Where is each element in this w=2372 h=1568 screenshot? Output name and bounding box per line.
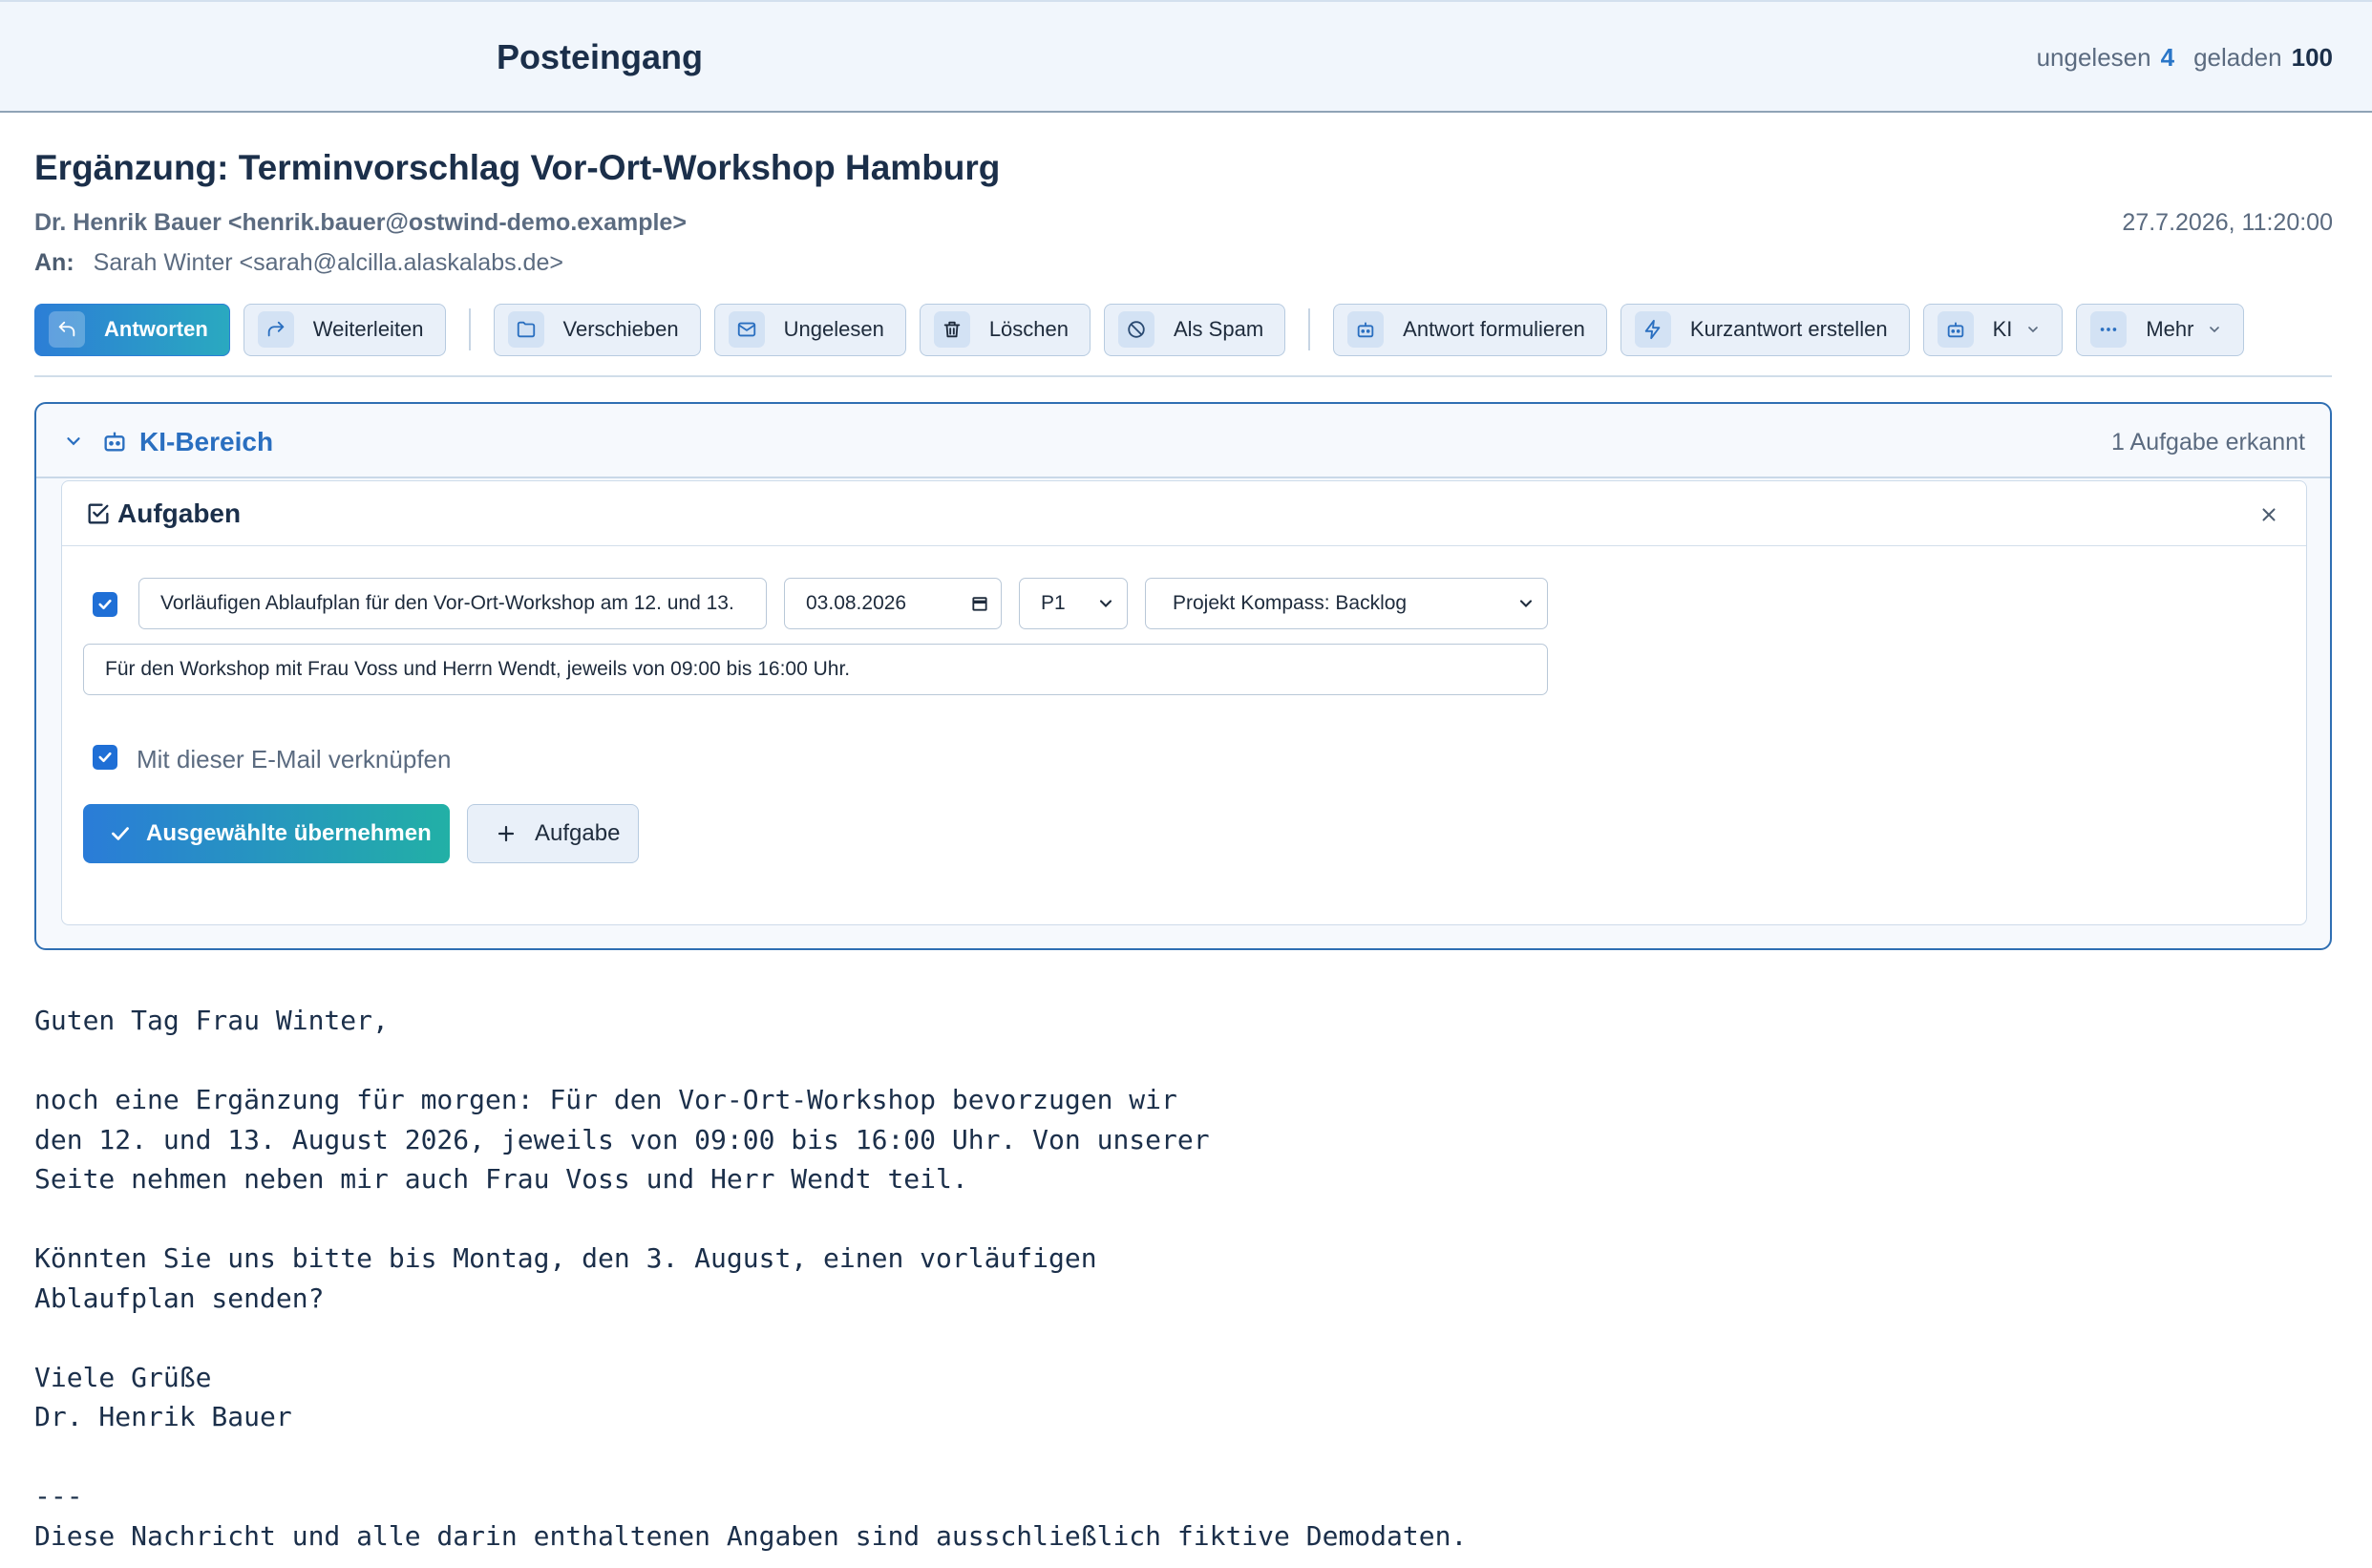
message-sender: Dr. Henrik Bauer <henrik.bauer@ostwind-d… [34,209,687,236]
short-reply-label: Kurzantwort erstellen [1689,317,1888,341]
task-description-value: Für den Workshop mit Frau Voss und Herrn… [105,658,851,680]
unread-label: ungelesen [2036,43,2151,72]
task-description-input[interactable]: Für den Workshop mit Frau Voss und Herrn… [83,644,1548,695]
task-project-select[interactable]: Projekt Kompass: Backlog [1145,578,1548,629]
task-select-checkbox[interactable] [93,592,117,617]
spam-label: Als Spam [1174,317,1264,341]
chevron-down-icon [2025,322,2041,337]
link-email-checkbox[interactable] [93,745,117,770]
link-email-label[interactable]: Mit dieser E-Mail verknüpfen [137,745,451,774]
message-body: Guten Tag Frau Winter, noch eine Ergänzu… [34,1005,1468,1552]
recipient-label: An: [34,249,74,276]
reply-button[interactable]: Antworten [34,303,230,356]
plus-icon [495,822,518,845]
tasks-card-header: Aufgaben [62,481,2306,546]
more-menu-button[interactable]: Mehr [2076,303,2245,356]
chevron-down-icon [1096,594,1115,619]
forward-arrow-icon [257,311,294,348]
envelope-icon [728,311,765,348]
message-date: 27.7.2026, 11:20:00 [2122,209,2333,236]
ai-menu-label: KI [1992,317,2013,341]
recipient-address: Sarah Winter <sarah@alcilla.alaskalabs.d… [93,249,563,276]
chevron-down-icon [2207,322,2222,337]
forward-label: Weiterleiten [312,317,424,341]
app-header: Posteingang ungelesen 4 geladen 100 [0,0,2372,113]
ai-panel-header[interactable]: KI-Bereich 1 Aufgabe erkannt [36,404,2330,478]
collapse-chevron-icon[interactable] [63,431,84,456]
message-subject: Ergänzung: Terminvorschlag Vor-Ort-Works… [34,148,1001,187]
unread-count: 4 [2160,43,2175,72]
message-toolbar: Antworten Weiterleiten Verschieben Ungel… [34,303,2257,356]
ai-task-count: 1 Aufgabe erkannt [2111,429,2305,456]
close-icon[interactable] [2258,504,2279,530]
lightning-icon [1634,311,1671,348]
toolbar-divider-line [34,375,2332,377]
delete-label: Löschen [988,317,1069,341]
mail-stats: ungelesen 4 geladen 100 [2037,43,2333,73]
ellipsis-icon [2090,311,2128,348]
add-task-button[interactable]: Aufgabe [467,804,639,863]
reply-arrow-icon [49,311,85,348]
task-title-input[interactable]: Vorläufigen Ablaufplan für den Vor-Ort-W… [138,578,767,629]
apply-selected-button[interactable]: Ausgewählte übernehmen [83,804,450,863]
toolbar-divider [1308,308,1311,350]
tasks-title: Aufgaben [117,498,242,528]
trash-icon [933,311,970,348]
more-menu-label: Mehr [2146,317,2194,341]
ai-menu-button[interactable]: KI [1922,303,2064,356]
chevron-down-icon [1516,594,1535,619]
loaded-count: 100 [2291,43,2333,72]
calendar-icon[interactable] [970,594,989,619]
checklist-icon [85,500,112,532]
task-due-date-value: 03.08.2026 [806,592,907,614]
ai-panel: KI-Bereich 1 Aufgabe erkannt Aufgaben Vo… [34,402,2332,950]
loaded-label: geladen [2193,43,2282,72]
folder-icon [507,311,544,348]
short-reply-button[interactable]: Kurzantwort erstellen [1620,303,1910,356]
task-priority-value: P1 [1041,592,1066,614]
reply-label: Antworten [104,317,208,341]
ai-panel-title: KI-Bereich [139,427,274,456]
message-recipient: An: Sarah Winter <sarah@alcilla.alaskalab… [34,249,563,277]
robot-icon [101,428,128,459]
robot-icon [1347,311,1385,348]
task-priority-select[interactable]: P1 [1019,578,1128,629]
move-label: Verschieben [562,317,679,341]
tasks-card: Aufgaben Vorläufigen Ablaufplan für den … [61,480,2307,925]
apply-selected-label: Ausgewählte übernehmen [146,820,432,846]
task-title-value: Vorläufigen Ablaufplan für den Vor-Ort-W… [160,592,734,614]
delete-button[interactable]: Löschen [919,303,1091,356]
move-button[interactable]: Verschieben [493,303,701,356]
ban-icon [1118,311,1154,348]
spam-button[interactable]: Als Spam [1104,303,1286,356]
checkmark-icon [108,821,133,846]
mark-unread-label: Ungelesen [783,317,884,341]
task-project-value: Projekt Kompass: Backlog [1173,592,1408,614]
compose-reply-label: Antwort formulieren [1403,317,1585,341]
page-title: Posteingang [497,37,704,76]
compose-reply-button[interactable]: Antwort formulieren [1333,303,1607,356]
mark-unread-button[interactable]: Ungelesen [713,303,906,356]
task-due-date-input[interactable]: 03.08.2026 [784,578,1002,629]
robot-icon [1937,311,1974,348]
toolbar-divider [468,308,471,350]
add-task-label: Aufgabe [535,820,621,846]
forward-button[interactable]: Weiterleiten [243,303,446,356]
